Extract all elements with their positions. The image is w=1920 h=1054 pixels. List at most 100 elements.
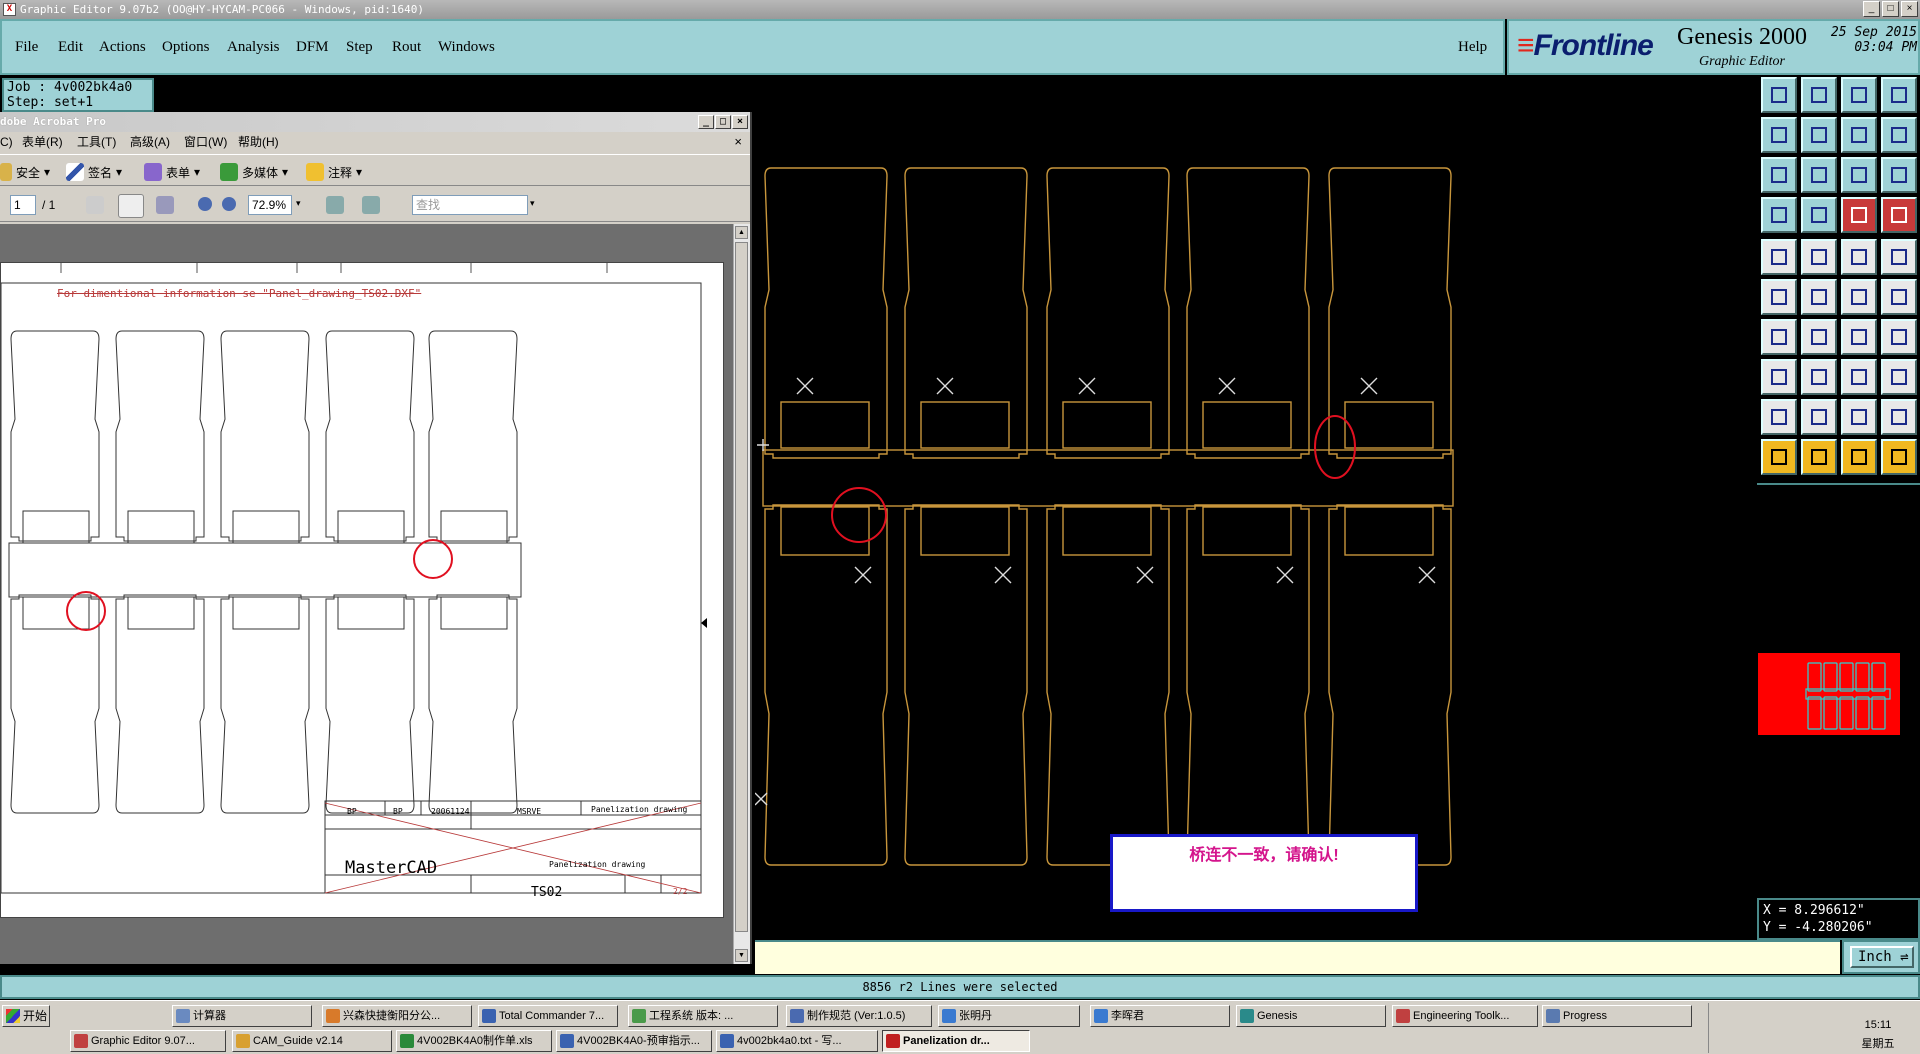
select-connect-icon[interactable] bbox=[1881, 439, 1917, 475]
zoom-in-icon[interactable] bbox=[1761, 117, 1797, 153]
acrobat-window[interactable]: dobe Acrobat Pro _ □ × C) 表单(R) 工具(T) 高级… bbox=[0, 112, 752, 964]
taskbar-item[interactable]: Progress bbox=[1542, 1005, 1692, 1027]
taskbar-item[interactable]: Genesis bbox=[1236, 1005, 1386, 1027]
circle-icon[interactable] bbox=[1881, 239, 1917, 275]
taskbar-item[interactable]: Panelization dr... bbox=[882, 1030, 1030, 1052]
layer-move-icon[interactable] bbox=[1881, 197, 1917, 233]
connect-icon[interactable] bbox=[1761, 279, 1797, 315]
page-number-input[interactable]: 1 bbox=[10, 195, 36, 215]
menu-actions[interactable]: Actions bbox=[99, 39, 146, 56]
menu-rout[interactable]: Rout bbox=[392, 39, 421, 56]
zoom-out-icon[interactable] bbox=[198, 197, 212, 211]
pdf-page[interactable]: For dimentional information se "Panel_dr… bbox=[0, 262, 724, 918]
acrobat-menu-window[interactable]: 窗口(W) bbox=[184, 132, 227, 152]
fit-page-icon[interactable] bbox=[326, 196, 344, 214]
select-pointer-icon[interactable] bbox=[1761, 439, 1797, 475]
zoom-window-icon[interactable] bbox=[1801, 157, 1837, 193]
save-job-icon[interactable] bbox=[1801, 77, 1837, 113]
close-button[interactable]: × bbox=[1901, 1, 1918, 17]
add-pad-icon[interactable] bbox=[1761, 359, 1797, 395]
taskbar-item[interactable]: Total Commander 7... bbox=[478, 1005, 618, 1027]
slope-icon[interactable] bbox=[1761, 319, 1797, 355]
hand-tool-icon[interactable] bbox=[118, 194, 144, 218]
zoom-level-input[interactable]: 72.9% bbox=[248, 195, 292, 215]
grid-icon[interactable] bbox=[1881, 77, 1917, 113]
minimize-button[interactable]: _ bbox=[1863, 1, 1880, 17]
scroll-up-icon[interactable]: ▲ bbox=[735, 226, 748, 239]
zoom-dropdown-icon[interactable]: ▾ bbox=[296, 198, 301, 209]
taskbar-item[interactable]: 计算器 bbox=[172, 1005, 312, 1027]
pan-icon[interactable] bbox=[1841, 117, 1877, 153]
delete-icon[interactable] bbox=[1801, 279, 1837, 315]
taskbar-item[interactable]: 4v002bk4a0.txt - 写... bbox=[716, 1030, 878, 1052]
open-job-icon[interactable] bbox=[1761, 77, 1797, 113]
measure-icon[interactable] bbox=[1841, 239, 1877, 275]
taskbar-item[interactable]: 工程系统 版本: ... bbox=[628, 1005, 778, 1027]
acrobat-minimize-button[interactable]: _ bbox=[698, 115, 714, 129]
taskbar-item[interactable]: Engineering Toolk... bbox=[1392, 1005, 1538, 1027]
acrobat-close-button[interactable]: × bbox=[732, 115, 748, 129]
menu-step[interactable]: Step bbox=[346, 39, 373, 56]
security-button[interactable]: 安全 ▾ bbox=[0, 163, 50, 181]
acrobat-maximize-button[interactable]: □ bbox=[715, 115, 731, 129]
zoom-in-icon[interactable] bbox=[222, 197, 236, 211]
select-area-icon[interactable] bbox=[1801, 439, 1837, 475]
horizontal-line-icon[interactable] bbox=[1801, 359, 1837, 395]
pdf-document-view[interactable]: For dimentional information se "Panel_dr… bbox=[0, 224, 733, 964]
select-text-icon[interactable] bbox=[86, 196, 104, 214]
acrobat-doc-close-icon[interactable]: × bbox=[734, 132, 742, 152]
help-icon[interactable] bbox=[1881, 157, 1917, 193]
taskbar-item[interactable]: 兴森快捷衡阳分公... bbox=[322, 1005, 472, 1027]
menu-windows[interactable]: Windows bbox=[438, 39, 495, 56]
menu-file[interactable]: File bbox=[15, 39, 38, 56]
overview-viewport[interactable] bbox=[1758, 653, 1900, 735]
triangle-icon[interactable] bbox=[1761, 399, 1797, 435]
pad-icon[interactable] bbox=[1761, 239, 1797, 275]
sign-button[interactable]: 签名 ▾ bbox=[66, 163, 122, 181]
scale-icon[interactable] bbox=[1841, 157, 1877, 193]
pdf-vertical-scrollbar[interactable]: ▲ ▼ bbox=[733, 224, 750, 964]
menu-dfm[interactable]: DFM bbox=[296, 39, 329, 56]
forms-button[interactable]: 表单 ▾ bbox=[144, 163, 200, 181]
polygon-icon[interactable] bbox=[1801, 399, 1837, 435]
cut-line-icon[interactable] bbox=[1801, 319, 1837, 355]
taskbar-item[interactable]: Graphic Editor 9.07... bbox=[70, 1030, 226, 1052]
start-button[interactable]: 开始 bbox=[2, 1005, 50, 1027]
redraw-icon[interactable] bbox=[1881, 117, 1917, 153]
acrobat-menu-help[interactable]: 帮助(H) bbox=[238, 132, 279, 152]
zoom-out-icon[interactable] bbox=[1801, 117, 1837, 153]
arc2-icon[interactable] bbox=[1881, 399, 1917, 435]
command-line[interactable] bbox=[755, 940, 1840, 974]
taskbar-item[interactable]: CAM_Guide v2.14 bbox=[232, 1030, 392, 1052]
menu-help[interactable]: Help bbox=[1458, 39, 1487, 56]
zoom-marquee-icon[interactable] bbox=[156, 196, 174, 214]
acrobat-menu-tools[interactable]: 工具(T) bbox=[77, 132, 116, 152]
arc-icon[interactable] bbox=[1841, 399, 1877, 435]
rotate-icon[interactable] bbox=[1841, 319, 1877, 355]
resize-icon[interactable] bbox=[1841, 359, 1877, 395]
taskbar-item[interactable]: 4V002BK4A0-预审指示... bbox=[556, 1030, 712, 1052]
acrobat-menu-advanced[interactable]: 高级(A) bbox=[130, 132, 170, 152]
home-icon[interactable] bbox=[1841, 77, 1877, 113]
acrobat-menu-edit[interactable]: C) bbox=[0, 132, 13, 152]
find-dropdown-icon[interactable]: ▾ bbox=[530, 198, 535, 209]
trace-icon[interactable] bbox=[1881, 279, 1917, 315]
select-net-icon[interactable] bbox=[1841, 439, 1877, 475]
snap-icon[interactable] bbox=[1761, 197, 1797, 233]
pcb-panel-outline[interactable] bbox=[754, 75, 1757, 940]
layer-grid-icon[interactable] bbox=[1801, 197, 1837, 233]
taskbar-item[interactable]: 张明丹 bbox=[938, 1005, 1080, 1027]
graphic-canvas[interactable] bbox=[754, 75, 1757, 940]
scroll-thumb[interactable] bbox=[735, 242, 748, 932]
panel-overview[interactable] bbox=[1757, 483, 1920, 898]
line-icon[interactable] bbox=[1801, 239, 1837, 275]
clock[interactable]: 15:11 星期五 bbox=[1848, 1019, 1908, 1051]
menu-edit[interactable]: Edit bbox=[58, 39, 83, 56]
node-icon[interactable] bbox=[1841, 279, 1877, 315]
menu-options[interactable]: Options bbox=[162, 39, 210, 56]
full-screen-icon[interactable] bbox=[362, 196, 380, 214]
multimedia-button[interactable]: 多媒体 ▾ bbox=[220, 163, 288, 181]
taskbar-item[interactable]: 制作规范 (Ver:1.0.5) bbox=[786, 1005, 932, 1027]
align-icon[interactable] bbox=[1881, 319, 1917, 355]
fit-icon[interactable] bbox=[1761, 157, 1797, 193]
